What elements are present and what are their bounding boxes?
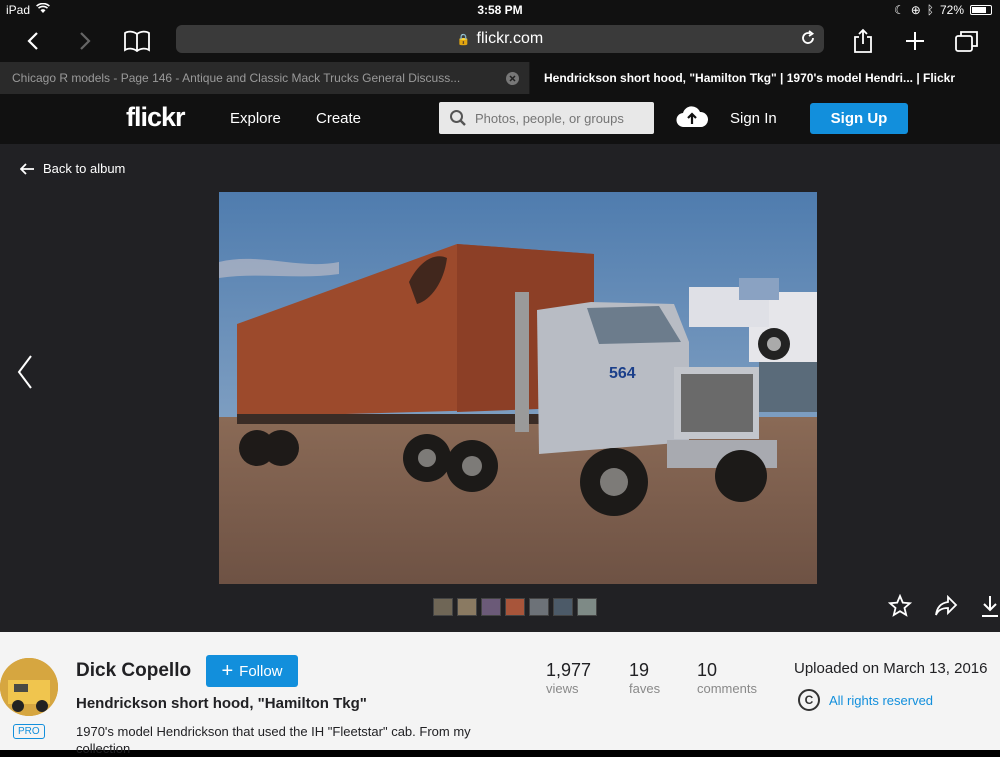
avatar[interactable] (0, 658, 58, 716)
share-icon[interactable] (846, 24, 880, 58)
follow-label: Follow (239, 662, 283, 680)
clock: 3:58 PM (477, 3, 523, 17)
stat-comments: 10 comments (697, 660, 757, 696)
photo-actions (888, 594, 1000, 618)
moon-icon: ☾ (893, 3, 905, 17)
tab-bar: Chicago R models - Page 146 - Antique an… (0, 62, 1000, 94)
photo-viewer: Back to album 564 (0, 144, 1000, 632)
views-count: 1,977 (546, 660, 592, 680)
url-text: flickr.com (476, 30, 544, 47)
thumbnail-strip (433, 598, 597, 616)
thumbnail-6[interactable] (553, 598, 573, 616)
back-to-album-link[interactable]: Back to album (20, 161, 125, 176)
nav-create[interactable]: Create (316, 110, 361, 127)
author-name[interactable]: Dick Copello (76, 660, 191, 682)
previous-photo-icon[interactable] (16, 354, 34, 395)
faves-label: faves (629, 681, 661, 696)
battery-icon (970, 5, 992, 15)
comments-label: comments (697, 681, 757, 696)
lock-icon: 🔒 (456, 33, 471, 46)
stat-faves: 19 faves (629, 660, 660, 696)
status-bar: iPad 3:58 PM ☾ ⊕ ᛒ 72% (0, 0, 1000, 20)
license-row: C All rights reserved (798, 689, 933, 711)
battery-percent: 72% (939, 3, 964, 17)
thumbnail-4[interactable] (505, 598, 525, 616)
search-icon (449, 109, 467, 127)
photo-info-panel: PRO Dick Copello + Follow Hendrickson sh… (0, 632, 1000, 756)
upload-cloud-icon[interactable] (676, 106, 709, 133)
thumbnail-3[interactable] (481, 598, 501, 616)
new-tab-icon[interactable] (898, 24, 932, 58)
address-bar[interactable]: 🔒 flickr.com (176, 25, 824, 53)
upload-date: Uploaded on March 13, 2016 (794, 660, 988, 677)
star-icon[interactable] (888, 594, 912, 618)
orientation-lock-icon: ⊕ (910, 3, 921, 17)
comments-count: 10 (697, 660, 718, 680)
stat-views: 1,977 views (546, 660, 591, 696)
pro-badge: PRO (13, 724, 45, 739)
sign-in-link[interactable]: Sign In (730, 110, 777, 127)
thumbnail-7[interactable] (577, 598, 597, 616)
follow-button[interactable]: + Follow (206, 655, 298, 687)
back-to-album-label: Back to album (43, 161, 126, 176)
share-arrow-icon[interactable] (934, 595, 958, 617)
license-link[interactable]: All rights reserved (829, 693, 933, 708)
thumbnail-2[interactable] (457, 598, 477, 616)
flickr-header: flickr Explore Create Sign In Sign Up (0, 94, 1000, 144)
faves-count: 19 (629, 660, 650, 680)
arrow-left-icon (20, 162, 35, 175)
reload-icon[interactable] (800, 30, 816, 51)
plus-icon: + (221, 660, 234, 682)
search-input[interactable] (475, 110, 645, 126)
photo-title: Hendrickson short hood, "Hamilton Tkg" (76, 695, 367, 712)
thumbnail-1[interactable] (433, 598, 453, 616)
forward-icon[interactable] (68, 24, 102, 58)
photo-description: 1970's model Hendrickson that used the I… (76, 724, 471, 756)
close-tab-icon[interactable] (506, 72, 519, 85)
bookmarks-icon[interactable] (120, 24, 154, 58)
bluetooth-icon: ᛒ (926, 3, 934, 17)
copyright-icon: C (798, 689, 820, 711)
download-icon[interactable] (980, 594, 1000, 618)
sign-up-button[interactable]: Sign Up (810, 103, 908, 134)
nav-explore[interactable]: Explore (230, 110, 281, 127)
truck-number: 564 (609, 365, 636, 382)
views-label: views (546, 681, 579, 696)
tab-chicago-r-models[interactable]: Chicago R models - Page 146 - Antique an… (0, 62, 530, 94)
back-icon[interactable] (16, 24, 50, 58)
browser-toolbar: 🔒 flickr.com (0, 20, 1000, 62)
main-photo[interactable]: 564 (219, 192, 817, 584)
thumbnail-5[interactable] (529, 598, 549, 616)
tab-flickr-photo[interactable]: Hendrickson short hood, "Hamilton Tkg" |… (530, 62, 1000, 94)
tabs-overview-icon[interactable] (950, 24, 984, 58)
search-box (439, 102, 654, 134)
flickr-logo[interactable]: flickr (126, 102, 186, 133)
